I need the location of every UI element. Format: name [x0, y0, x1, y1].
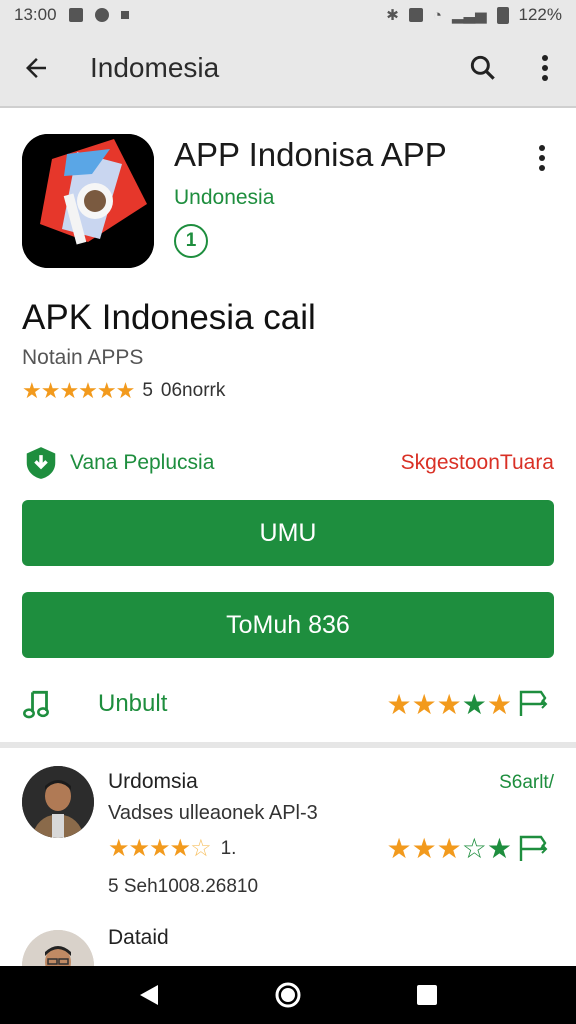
shield-download-icon: [26, 447, 56, 479]
listing-title: APK Indonesia cail: [22, 298, 316, 337]
overflow-menu-button[interactable]: [514, 29, 576, 107]
wifi-icon: ◔: [432, 6, 442, 24]
rating-count: 06norrk: [160, 380, 226, 401]
music-label: Unbult: [98, 690, 168, 717]
rating-row: ★★★★★★ 5 06norrk: [22, 378, 225, 404]
nav-recents-button[interactable]: [407, 975, 447, 1015]
secondary-button[interactable]: ToMuh 836: [22, 592, 554, 658]
music-note-icon: [23, 690, 49, 719]
developer-link[interactable]: Undonesia: [174, 186, 274, 210]
signal-icon: ▂▃▅: [451, 7, 487, 24]
safety-row: Vana Peplucsia SkgestoonTuara: [22, 444, 554, 482]
triangle-back-icon: [140, 985, 159, 1005]
safety-label: Vana Peplucsia: [70, 451, 215, 474]
rating-stars: ★★★★★: [386, 688, 512, 720]
reviewer-name: Urdomsia: [108, 770, 198, 793]
badge-icon: 1: [174, 224, 208, 258]
square-recents-icon: [416, 985, 437, 1005]
review-text: Vadses ulleaonek APl-3: [108, 802, 318, 824]
section-divider: [0, 742, 576, 748]
app-name: APP Indonisa APP: [174, 136, 447, 173]
page-title: Indomesia: [90, 52, 220, 83]
rating-stars: ★★★★★★: [22, 378, 135, 403]
more-vert-icon: [539, 145, 545, 171]
app-icon[interactable]: [22, 134, 154, 268]
reviewer-name: Dataid: [108, 926, 169, 949]
bluetooth-icon: ✱: [386, 7, 399, 24]
status-bar: 13:00 ✱ ◔ ▂▃▅ 122%: [0, 0, 576, 30]
safety-link[interactable]: SkgestoonTuara: [401, 451, 554, 475]
review-rating: ★★★★☆ 1.: [108, 834, 236, 863]
app-more-button[interactable]: [522, 138, 562, 178]
home-circle-icon: [275, 982, 301, 1008]
rating-stars: ★★★☆★: [386, 833, 512, 864]
rating-value: 5: [142, 380, 153, 401]
review-date: S6arlt/: [499, 772, 554, 793]
app-logo-icon: [22, 134, 154, 268]
navigation-bar: [0, 966, 576, 1024]
person-avatar-icon: [22, 766, 94, 838]
primary-button[interactable]: UMU: [22, 500, 554, 566]
flag-icon[interactable]: [518, 834, 554, 864]
more-vert-icon: [542, 55, 548, 81]
search-icon: [470, 55, 495, 80]
listing-subtitle: Notain APPS: [22, 346, 144, 369]
review-meta: 5 Seh1008.26810: [108, 876, 259, 897]
status-time: 13:00: [14, 5, 57, 24]
rating-stars: ★★★★☆: [108, 835, 212, 862]
back-arrow-icon: [26, 58, 46, 78]
shield-notification-icon: [94, 8, 109, 22]
music-row: Unbult ★★★★★: [22, 680, 554, 728]
nav-back-button[interactable]: [129, 975, 169, 1015]
avatar[interactable]: [22, 766, 94, 838]
dot-icon: [120, 11, 129, 19]
notification-icon: [68, 8, 83, 22]
vibrate-icon: [408, 8, 423, 22]
nav-home-button[interactable]: [268, 975, 308, 1015]
back-button[interactable]: [0, 29, 72, 107]
search-button[interactable]: [452, 29, 514, 107]
review-rating-value: 1.: [220, 837, 237, 859]
battery-icon: [496, 6, 509, 24]
flag-icon[interactable]: [518, 689, 554, 719]
review-actions: ★★★☆★: [386, 832, 554, 865]
battery-level: 122%: [518, 5, 562, 24]
app-bar: Indomesia: [0, 30, 576, 108]
